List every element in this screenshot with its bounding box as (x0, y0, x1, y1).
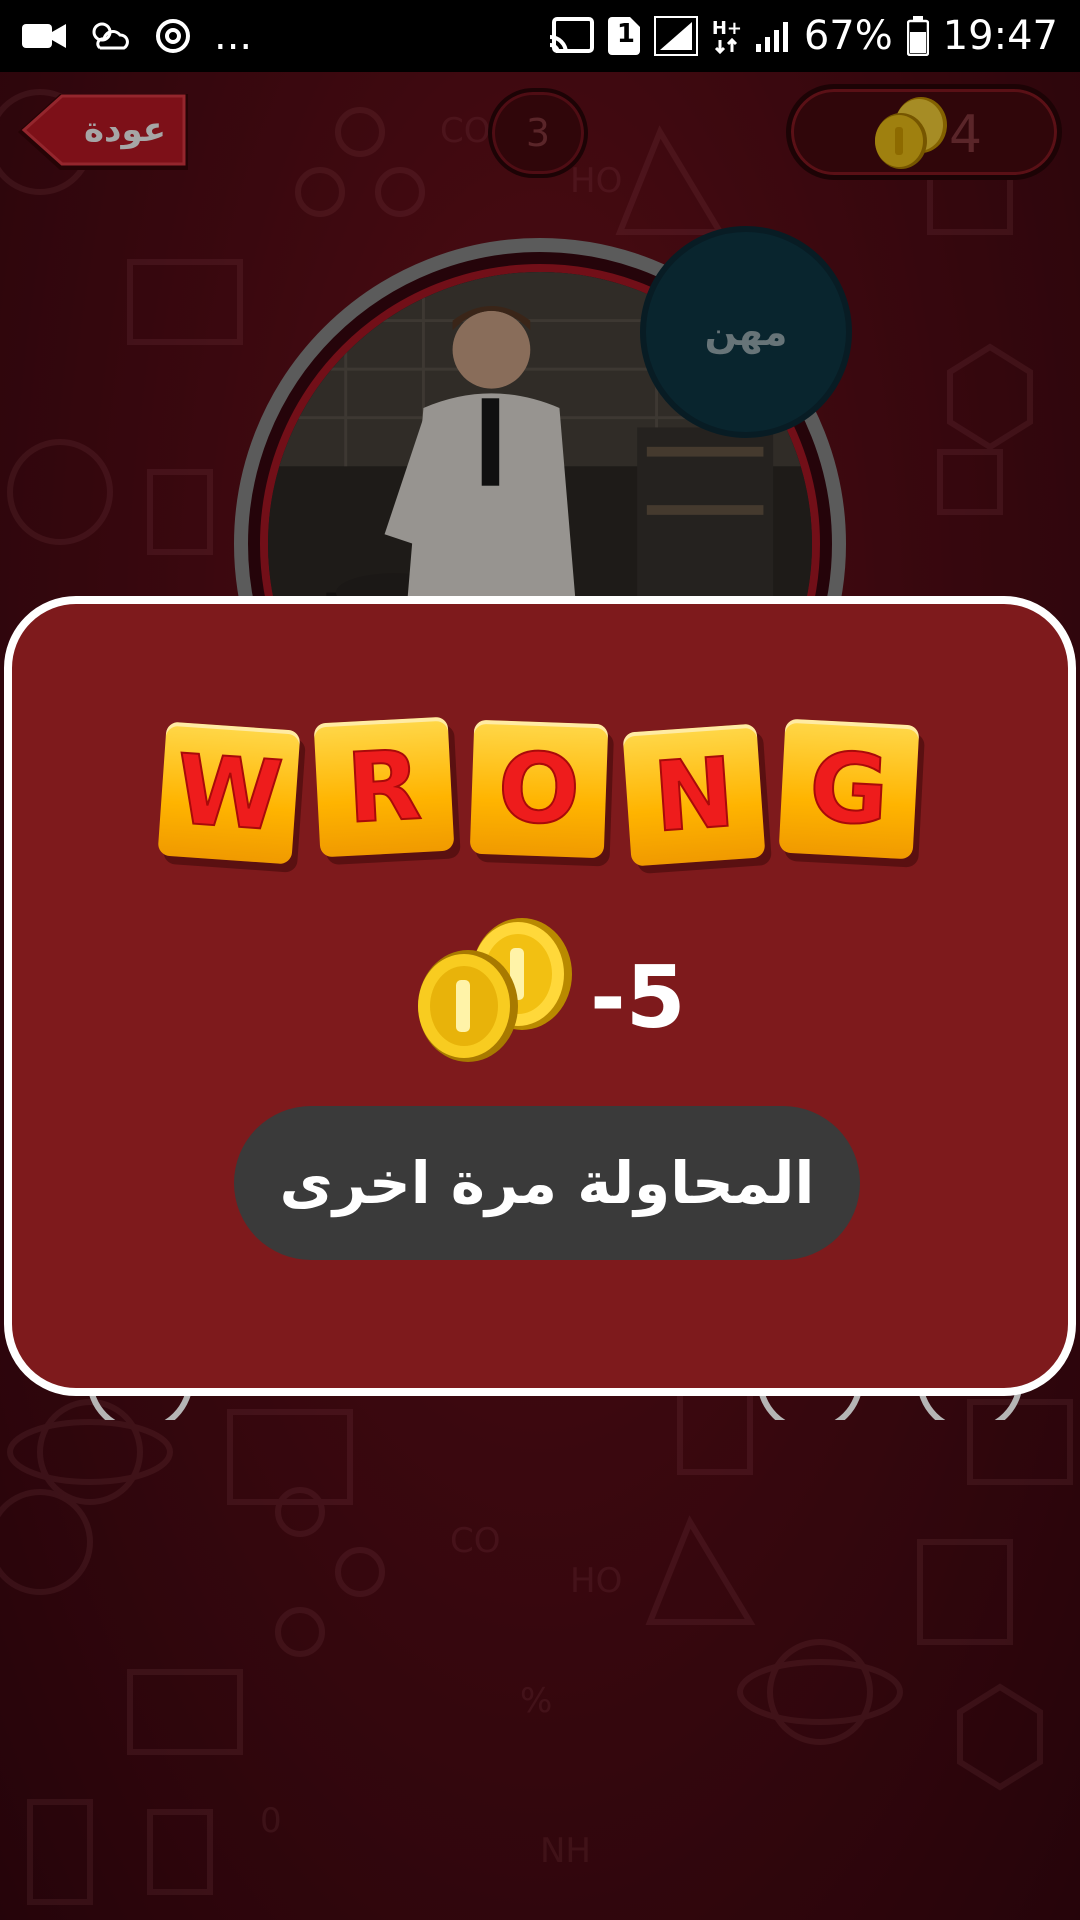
network-type-icon: H+ (712, 16, 742, 56)
retry-button[interactable]: المحاولة مرة اخرى (234, 1106, 860, 1260)
coins-icon (418, 918, 572, 1062)
letter-tile: W (157, 721, 301, 865)
letter-tile: N (622, 723, 766, 867)
letter-tile: R (313, 716, 455, 858)
sync-icon (154, 17, 192, 55)
signal-icon (755, 20, 790, 52)
cast-icon (548, 17, 594, 55)
letter-tile: G (778, 718, 920, 860)
signal-icon (653, 16, 698, 56)
sim-icon: 1 (607, 17, 640, 55)
penalty-value: -5 (590, 948, 686, 1048)
coin-penalty: -5 (412, 914, 712, 1074)
status-bar: ... 1 H+ 67% 19:47 (0, 0, 1080, 72)
clock: 19:47 (942, 13, 1058, 59)
battery-percent: 67% (803, 13, 893, 59)
battery-icon (906, 16, 929, 56)
weather-icon (88, 18, 132, 54)
status-overflow: ... (214, 13, 253, 59)
video-camera-icon (22, 20, 66, 52)
status-left: ... (22, 13, 252, 59)
status-right: 1 H+ 67% 19:47 (548, 13, 1058, 59)
letter-tile: O (469, 719, 609, 859)
wrong-title: W R O N G (157, 714, 942, 874)
wrong-answer-dialog: W R O N G -5 المحاولة مرة اخرى (4, 596, 1076, 1396)
sim-slot-label: 1 (616, 19, 635, 49)
